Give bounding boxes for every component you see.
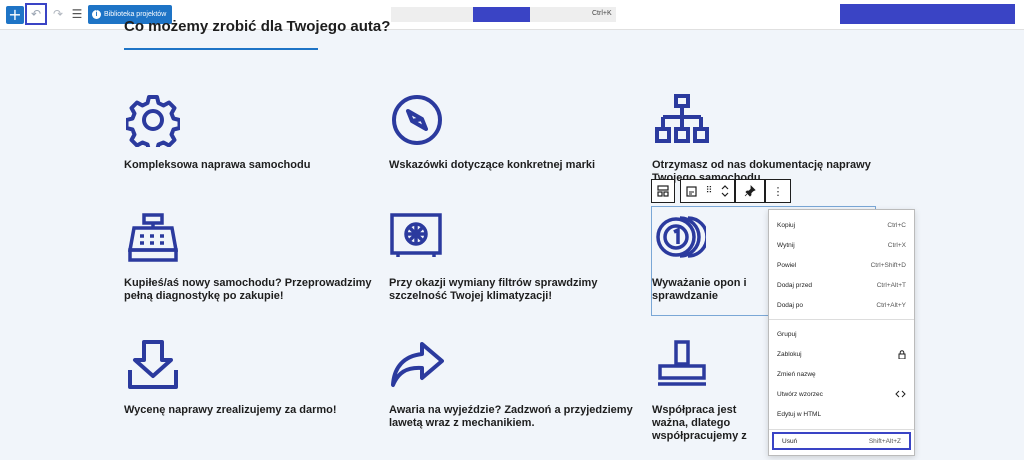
block-transform-icon: [657, 185, 669, 197]
feature-text-diagnostic: Kupiłeś/aś nowy samochodu? Przeprowadzim…: [124, 277, 372, 302]
menu-item-label: Zablokuj: [777, 350, 802, 358]
undo-button[interactable]: ↶: [25, 3, 47, 25]
block-transform-button[interactable]: [651, 179, 675, 203]
menu-item-shortcut: Ctrl+C: [887, 221, 906, 229]
list-view-icon: ☰: [71, 7, 83, 21]
library-label: Biblioteka projektów: [104, 11, 167, 18]
move-up-down-icon[interactable]: [721, 184, 729, 198]
block-options-menu: Kopiuj Ctrl+C Wytnij Ctrl+X Powiel Ctrl+…: [768, 209, 915, 456]
cash-register-icon: [128, 213, 178, 262]
add-block-button[interactable]: +: [6, 6, 24, 24]
more-options-button[interactable]: ⋮: [765, 179, 791, 203]
redo-button[interactable]: ↷: [50, 5, 66, 23]
drag-handle-icon[interactable]: ⠿: [706, 186, 713, 196]
menu-item-delete[interactable]: Usuń Shift+Alt+Z: [772, 432, 911, 450]
menu-item-rename[interactable]: Zmień nazwę: [769, 365, 914, 383]
menu-item-label: Dodaj po: [777, 301, 804, 309]
document-title-highlight[interactable]: [473, 7, 530, 22]
more-options-icon: ⋮: [772, 184, 784, 198]
menu-item-shortcut: Ctrl+Alt+Y: [876, 301, 906, 309]
publish-button-highlight[interactable]: [840, 4, 1015, 24]
menu-item-duplicate[interactable]: Powiel Ctrl+Shift+D: [769, 256, 914, 274]
menu-item-shortcut: Shift+Alt+Z: [868, 437, 901, 445]
pin-button[interactable]: [735, 179, 765, 203]
command-shortcut: Ctrl+K: [592, 10, 612, 17]
feature-text-repair: Kompleksowa naprawa samochodu: [124, 159, 311, 171]
feature-text-brand: Wskazówki dotyczące konkretnej marki: [389, 159, 596, 171]
menu-item-insert-before[interactable]: Dodaj przed Ctrl+Alt+T: [769, 276, 914, 294]
section-title: Co możemy zrobić dla Twojego auta?: [124, 18, 391, 35]
menu-item-label: Wytnij: [777, 241, 795, 249]
menu-item-insert-after[interactable]: Dodaj po Ctrl+Alt+Y: [769, 296, 914, 314]
pin-icon: [744, 185, 756, 197]
image-block-icon[interactable]: [685, 185, 697, 197]
share-arrow-icon: [391, 342, 444, 387]
feature-text-breakdown: Awaria na wyjeździe? Zadzwoń a przyjedzi…: [389, 404, 633, 429]
list-view-button[interactable]: ☰: [69, 5, 85, 23]
menu-item-shortcut: Ctrl+Alt+T: [876, 281, 906, 289]
menu-item-create-pattern[interactable]: Utwórz wzorzec: [769, 385, 914, 403]
title-underline: [124, 48, 318, 50]
menu-item-cut[interactable]: Wytnij Ctrl+X: [769, 236, 914, 254]
menu-separator: [769, 319, 914, 320]
menu-item-group[interactable]: Grupuj: [769, 325, 914, 343]
download-icon: [128, 340, 178, 389]
menu-item-edit-html[interactable]: Edytuj w HTML: [769, 405, 914, 423]
block-controls-group: ⠿: [680, 179, 735, 203]
menu-item-label: Kopiuj: [777, 221, 796, 229]
menu-item-label: Utwórz wzorzec: [777, 390, 823, 398]
lock-icon: [898, 349, 906, 359]
menu-item-label: Powiel: [777, 261, 797, 269]
undo-icon: ↶: [30, 7, 42, 21]
menu-item-lock[interactable]: Zablokuj: [769, 345, 914, 363]
stamp-icon: [658, 340, 706, 386]
menu-item-label: Zmień nazwę: [777, 370, 816, 378]
redo-icon: ↷: [52, 7, 64, 21]
menu-separator: [769, 429, 914, 430]
feature-text-cooperation: Współpraca jest ważna, dlatego współprac…: [652, 404, 747, 442]
library-icon: i: [92, 10, 101, 19]
compass-icon: [392, 95, 442, 145]
menu-item-label: Usuń: [782, 437, 798, 445]
gear-icon: [126, 95, 180, 147]
hierarchy-icon: [655, 94, 709, 143]
menu-item-label: Dodaj przed: [777, 281, 813, 289]
menu-item-shortcut: Ctrl+X: [887, 241, 906, 249]
menu-item-label: Grupuj: [777, 330, 797, 338]
menu-item-copy[interactable]: Kopiuj Ctrl+C: [769, 216, 914, 234]
pattern-icon: [895, 390, 906, 398]
menu-item-label: Edytuj w HTML: [777, 410, 822, 418]
safe-icon: [390, 213, 442, 257]
feature-text-ac: Przy okazji wymiany filtrów sprawdzimy s…: [389, 277, 598, 302]
feature-text-quote: Wycenę naprawy zrealizujemy za darmo!: [124, 404, 337, 416]
menu-item-shortcut: Ctrl+Shift+D: [870, 261, 906, 269]
